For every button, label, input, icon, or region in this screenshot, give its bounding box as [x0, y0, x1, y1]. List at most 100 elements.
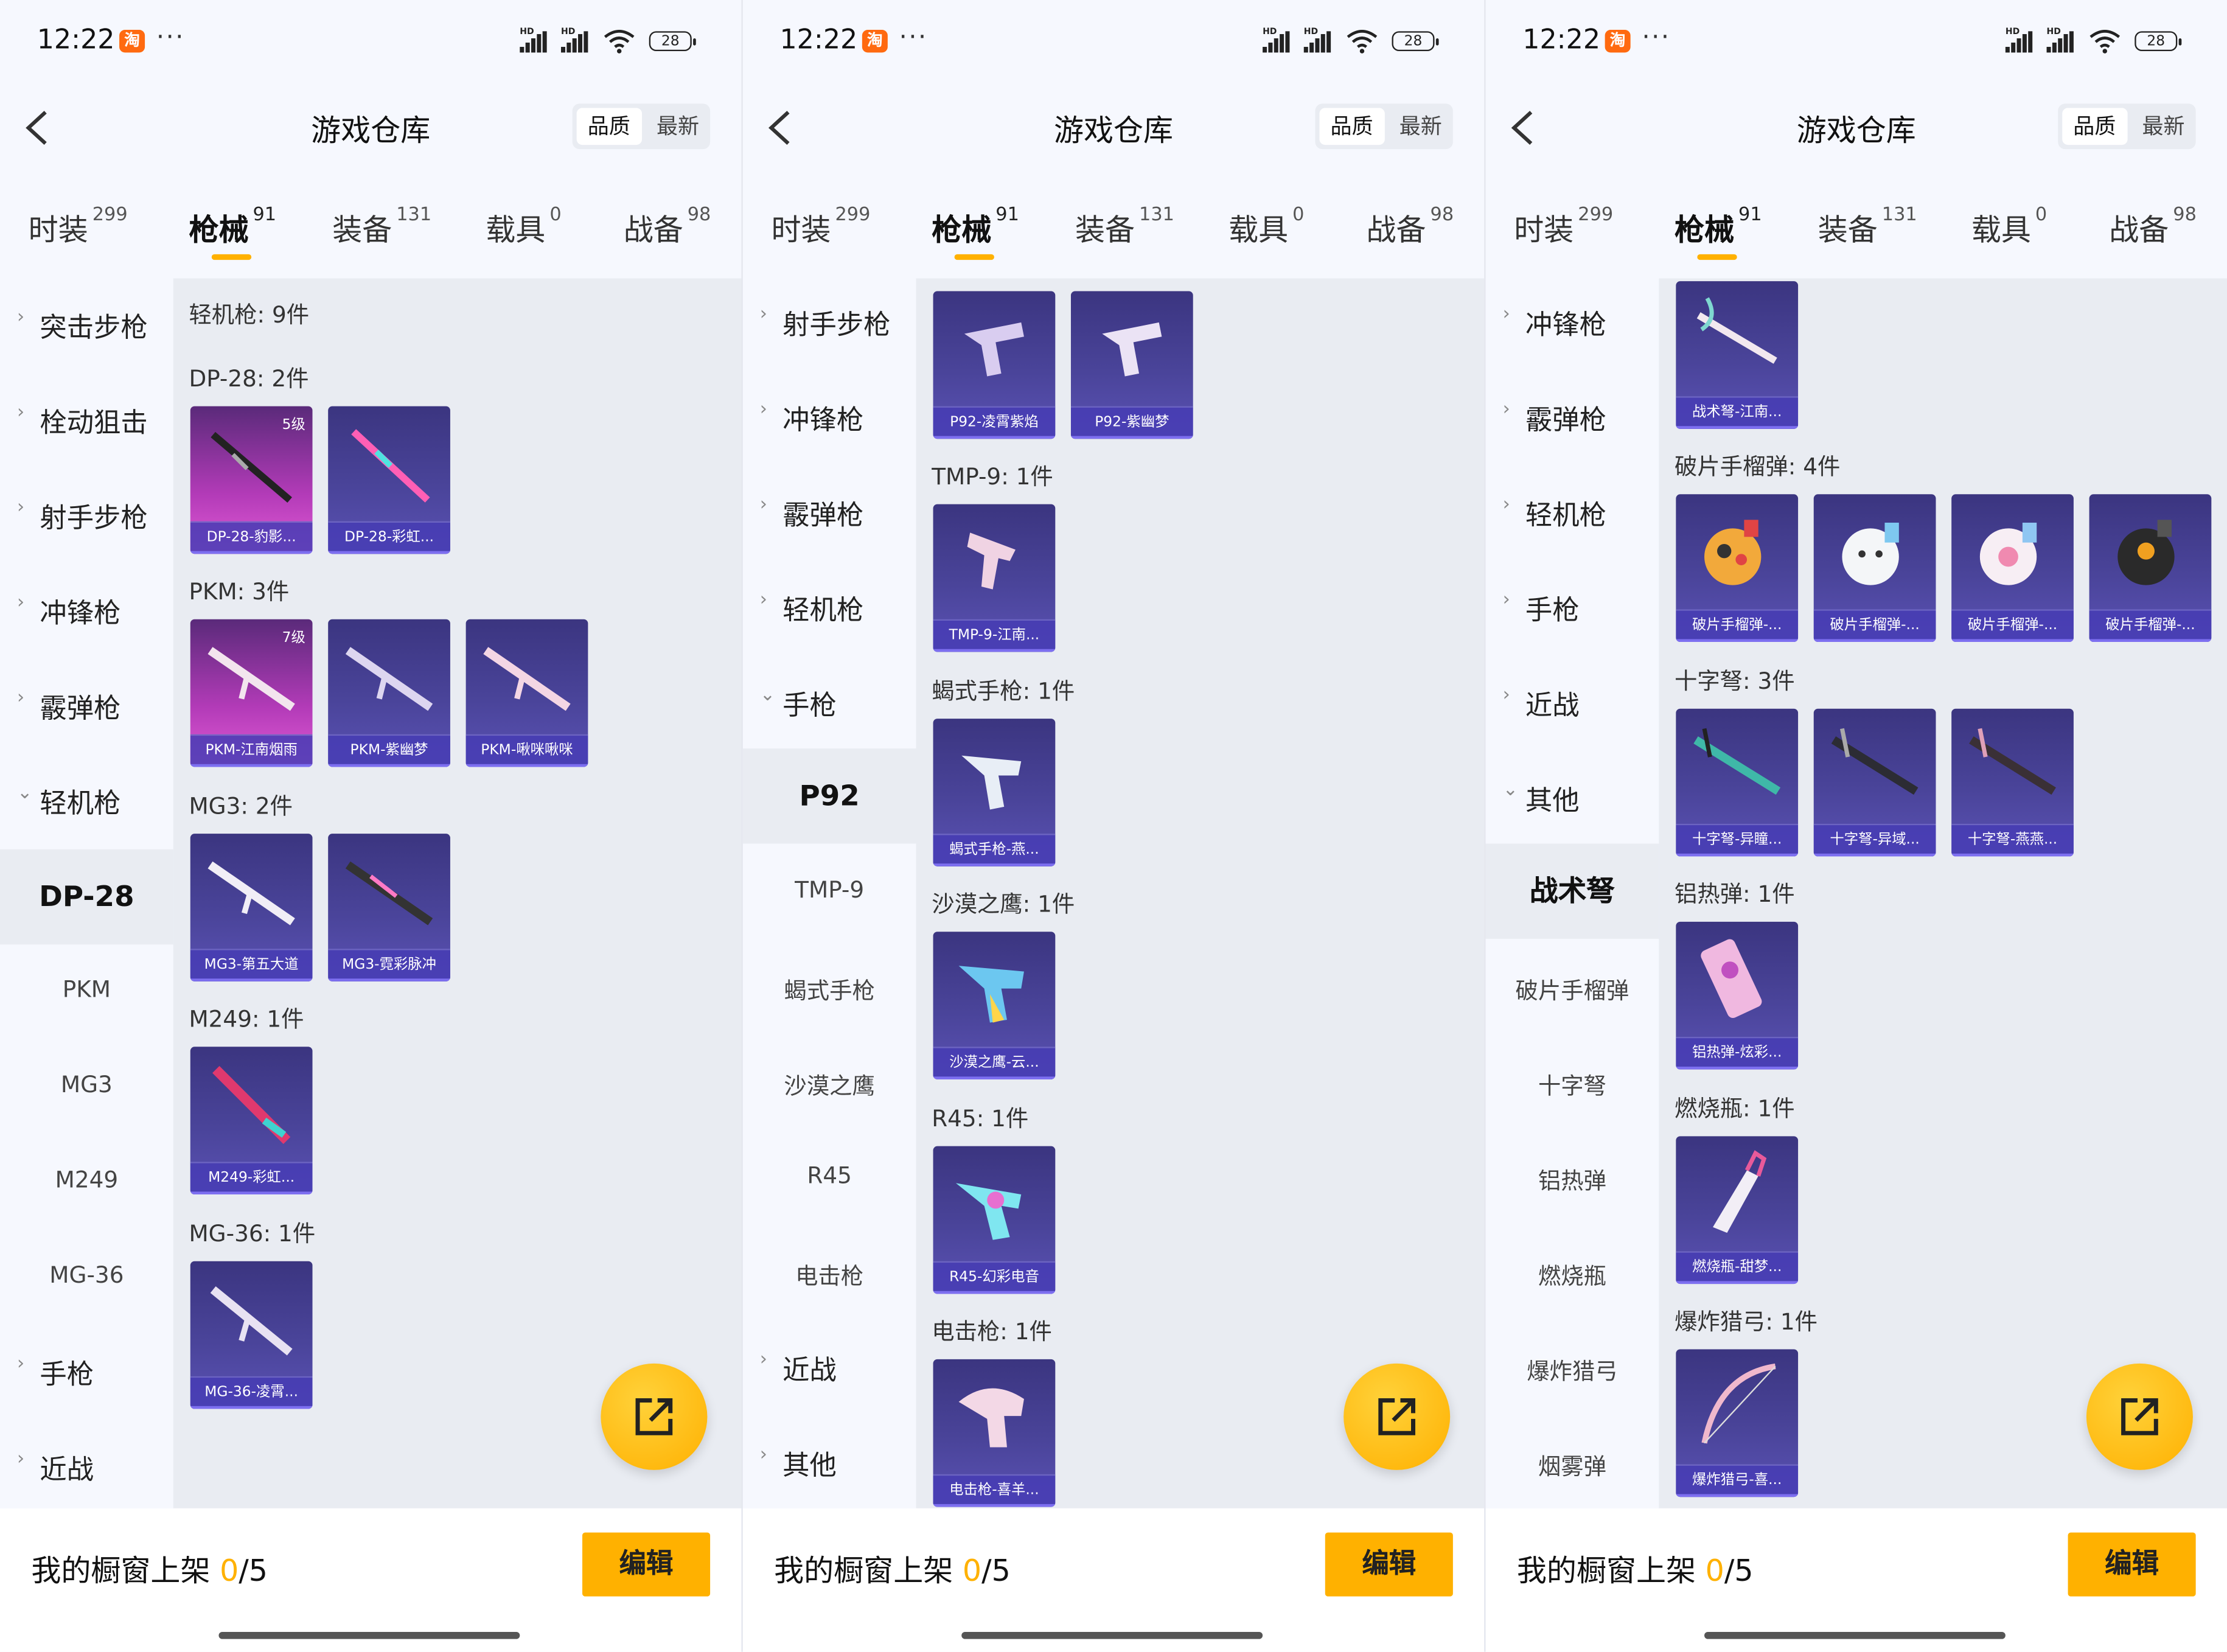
sidebar-item-lmg[interactable]: › 轻机枪	[1486, 494, 1659, 589]
edit-button[interactable]: 编辑	[1325, 1532, 1453, 1597]
item-card[interactable]: 破片手榴弹-...	[1813, 494, 1936, 643]
sidebar-item-assault-rifle[interactable]: › 突击步枪	[0, 307, 173, 402]
sidebar-sub-deagle[interactable]: 沙漠之鹰	[743, 1067, 916, 1101]
tab-equipment[interactable]: 装备 131	[1075, 204, 1174, 250]
share-button[interactable]	[1344, 1363, 1451, 1470]
sidebar-item-smg[interactable]: › 冲锋枪	[1486, 304, 1659, 399]
tab-fashion[interactable]: 时装 299	[771, 204, 870, 250]
tab-vehicles[interactable]: 载具 0	[1971, 204, 2047, 250]
sidebar-item-smg[interactable]: › 冲锋枪	[0, 592, 173, 687]
item-card[interactable]: M249-彩虹...	[190, 1047, 313, 1195]
edit-button[interactable]: 编辑	[582, 1532, 711, 1597]
item-card[interactable]: 破片手榴弹-...	[1951, 494, 2074, 643]
item-card[interactable]: 电击枪-喜羊...	[933, 1359, 1056, 1507]
share-button[interactable]	[601, 1363, 708, 1470]
item-card[interactable]: MG3-霓彩脉冲	[328, 834, 450, 981]
sidebar-sub-molotov[interactable]: 燃烧瓶	[1486, 1257, 1659, 1291]
sort-latest[interactable]: 最新	[2131, 103, 2195, 149]
item-card[interactable]: 铝热弹-炫彩...	[1676, 921, 1799, 1070]
sort-quality[interactable]: 品质	[1319, 108, 1384, 145]
chevron-right-icon: ›	[1502, 399, 1510, 420]
home-indicator[interactable]	[1704, 1631, 2006, 1639]
sort-quality[interactable]: 品质	[2062, 108, 2127, 145]
sidebar-item-melee[interactable]: › 近战	[1486, 685, 1659, 779]
sidebar-sub-m249[interactable]: M249	[0, 1166, 173, 1193]
item-card[interactable]: MG3-第五大道	[190, 834, 313, 981]
sidebar-item-smg[interactable]: › 冲锋枪	[743, 399, 916, 494]
tab-guns[interactable]: 枪械 91	[1675, 204, 1762, 250]
item-name: PKM-紫幽梦	[328, 734, 450, 767]
item-card[interactable]: 十字弩-异域...	[1813, 708, 1936, 857]
item-card[interactable]: 十字弩-燕燕...	[1951, 708, 2074, 857]
item-card[interactable]: 战术弩-江南...	[1676, 281, 1799, 429]
tab-guns[interactable]: 枪械 91	[189, 204, 276, 250]
home-indicator[interactable]	[961, 1631, 1263, 1639]
sidebar-sub-tactical-crossbow[interactable]: 战术弩	[1485, 843, 1659, 939]
item-card[interactable]: 爆炸猎弓-喜...	[1676, 1349, 1799, 1497]
tab-count: 98	[1430, 204, 1454, 226]
sidebar-sub-tmp9[interactable]: TMP-9	[743, 876, 916, 903]
sidebar-item-shotgun[interactable]: › 霰弹枪	[1486, 399, 1659, 494]
sidebar-sub-pkm[interactable]: PKM	[0, 976, 173, 1003]
item-card[interactable]: 沙漠之鹰-云...	[933, 932, 1056, 1079]
wifi-icon	[2089, 30, 2121, 54]
item-card[interactable]: 破片手榴弹-...	[2089, 494, 2212, 643]
sidebar-item-melee[interactable]: › 近战	[743, 1349, 916, 1444]
item-card[interactable]: 蝎式手枪-燕...	[933, 719, 1056, 866]
tab-fashion[interactable]: 时装 299	[1514, 204, 1613, 250]
item-card[interactable]: 十字弩-异瞳...	[1676, 708, 1799, 857]
tab-label: 战备	[1366, 213, 1426, 248]
item-card[interactable]: P92-紫幽梦	[1070, 291, 1193, 439]
share-button[interactable]	[2086, 1363, 2193, 1470]
group-header: TMP-9: 1件	[932, 462, 1053, 490]
tab-combat-gear[interactable]: 战备 98	[1366, 204, 1454, 250]
sidebar-sub-smoke[interactable]: 烟雾弹	[1486, 1448, 1659, 1482]
sidebar-sub-frag-grenade[interactable]: 破片手榴弹	[1486, 972, 1659, 1006]
item-card[interactable]: PKM-啾咪啾咪	[465, 619, 588, 767]
sort-latest[interactable]: 最新	[1389, 103, 1453, 149]
sidebar-sub-p92[interactable]: P92	[742, 748, 916, 844]
tab-vehicles[interactable]: 载具 0	[486, 204, 561, 250]
tab-equipment[interactable]: 装备 131	[1818, 204, 1917, 250]
tab-combat-gear[interactable]: 战备 98	[624, 204, 711, 250]
sidebar-sub-scorpion[interactable]: 蝎式手枪	[743, 972, 916, 1006]
item-card[interactable]: P92-凌霄紫焰	[933, 291, 1056, 439]
item-card[interactable]: 5级 DP-28-豹影...	[190, 406, 313, 554]
item-card[interactable]: 燃烧瓶-甜梦...	[1676, 1136, 1799, 1284]
sidebar-item-shotgun[interactable]: › 霰弹枪	[0, 688, 173, 782]
sidebar-item-pistol[interactable]: › 手枪	[1486, 590, 1659, 685]
sort-latest[interactable]: 最新	[646, 103, 710, 149]
tab-guns[interactable]: 枪械 91	[932, 204, 1019, 250]
tab-fashion[interactable]: 时装 299	[29, 204, 128, 250]
sidebar-sub-r45[interactable]: R45	[743, 1162, 916, 1188]
sort-quality[interactable]: 品质	[576, 108, 641, 145]
sidebar-sub-mg3[interactable]: MG3	[0, 1071, 173, 1098]
item-card[interactable]: DP-28-彩虹...	[328, 406, 450, 554]
sidebar-sub-stun-gun[interactable]: 电击枪	[743, 1257, 916, 1291]
sidebar-item-shotgun[interactable]: › 霰弹枪	[743, 494, 916, 589]
sidebar-item-bolt-sniper[interactable]: › 栓动狙击	[0, 402, 173, 497]
edit-button[interactable]: 编辑	[2068, 1532, 2196, 1597]
item-card[interactable]: PKM-紫幽梦	[328, 619, 450, 767]
sidebar-sub-explosive-bow[interactable]: 爆炸猎弓	[1486, 1352, 1659, 1386]
item-card[interactable]: TMP-9-江南...	[933, 504, 1056, 652]
item-card[interactable]: 破片手榴弹-...	[1676, 494, 1799, 643]
tab-equipment[interactable]: 装备 131	[332, 204, 431, 250]
item-card[interactable]: MG-36-凌霄...	[190, 1261, 313, 1409]
sidebar-sub-dp28[interactable]: DP-28	[0, 849, 173, 945]
sidebar-item-pistol[interactable]: › 手枪	[0, 1353, 173, 1448]
sidebar-item-label: 射手步枪	[40, 503, 148, 534]
sidebar-item-label: 霰弹枪	[1525, 405, 1606, 436]
sidebar-sub-crossbow[interactable]: 十字弩	[1486, 1067, 1659, 1101]
item-card[interactable]: R45-幻彩电音	[933, 1146, 1056, 1294]
tab-label: 枪械	[1675, 213, 1735, 248]
home-indicator[interactable]	[218, 1631, 520, 1639]
sidebar-sub-mg36[interactable]: MG-36	[0, 1261, 173, 1288]
sidebar-item-lmg[interactable]: › 轻机枪	[743, 590, 916, 685]
tab-vehicles[interactable]: 载具 0	[1229, 204, 1304, 250]
sidebar-item-dmr[interactable]: › 射手步枪	[743, 304, 916, 399]
sidebar-sub-thermite[interactable]: 铝热弹	[1486, 1162, 1659, 1196]
sidebar-item-dmr[interactable]: › 射手步枪	[0, 497, 173, 592]
item-card[interactable]: 7级 PKM-江南烟雨	[190, 619, 313, 767]
tab-combat-gear[interactable]: 战备 98	[2109, 204, 2197, 250]
